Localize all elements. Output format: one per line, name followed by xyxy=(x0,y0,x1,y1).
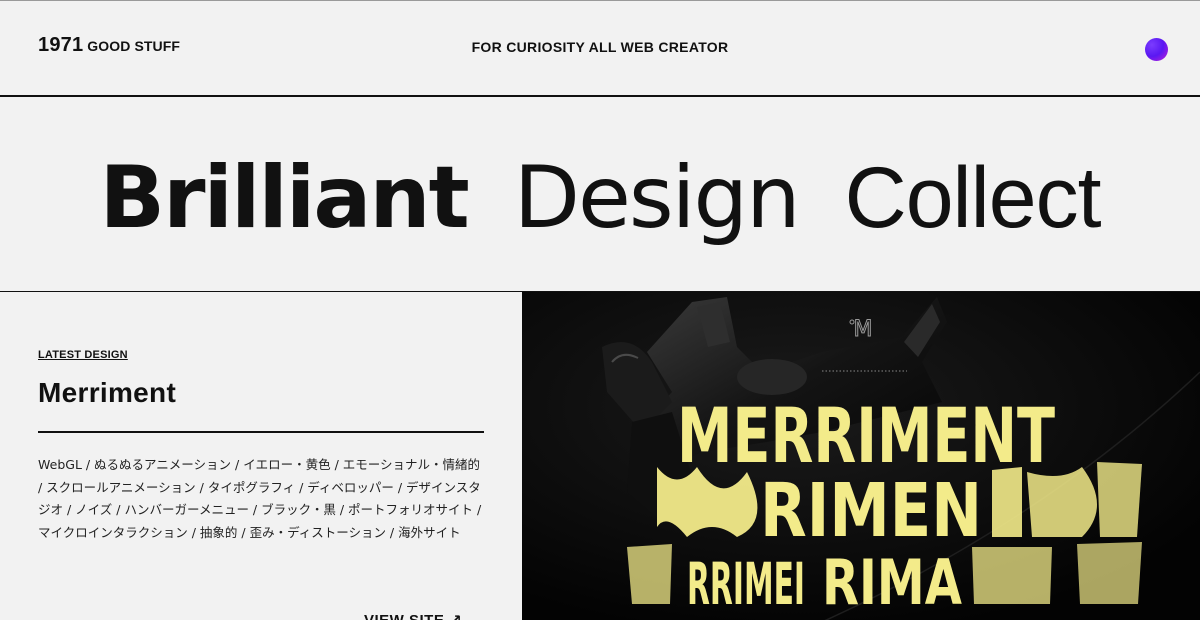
svg-text:M: M xyxy=(854,317,873,342)
arrow-up-right-icon: ↗ xyxy=(449,612,462,620)
merriment-row3-left: RRIMEI xyxy=(687,550,805,618)
view-site-link[interactable]: VIEW SITE ↗ xyxy=(364,611,462,620)
hero-word-design: Design xyxy=(513,148,801,248)
design-title[interactable]: Merriment xyxy=(38,377,176,409)
merriment-row2-word: RIMEN xyxy=(760,468,982,554)
monogram-logo: M xyxy=(849,317,873,343)
latest-design-panel: LATEST DESIGN Merriment WebGL / ぬるぬるアニメー… xyxy=(0,292,522,620)
design-preview-image[interactable]: M MERRIMENT RIMEN RRIMEI RIMA xyxy=(522,292,1200,620)
hero-word-brilliant: Brilliant xyxy=(99,148,470,248)
site-header: 1971 GOOD STUFF FOR CURIOSITY ALL WEB CR… xyxy=(0,0,1200,97)
hero-banner: Brilliant Design Collect xyxy=(0,97,1200,292)
latest-design-label[interactable]: LATEST DESIGN xyxy=(38,349,128,361)
preview-artwork: M MERRIMENT RIMEN RRIMEI RIMA xyxy=(522,292,1200,620)
title-divider xyxy=(38,431,484,433)
design-tags: WebGL / ぬるぬるアニメーション / イエロー・黄色 / エモーショナル・… xyxy=(38,457,482,540)
menu-orb-icon[interactable] xyxy=(1145,38,1168,61)
view-site-label: VIEW SITE xyxy=(364,612,444,620)
site-tagline: FOR CURIOSITY ALL WEB CREATOR xyxy=(471,39,729,55)
merriment-row3-mid: RIMA xyxy=(822,546,962,619)
hero-title: Brilliant Design Collect xyxy=(100,155,1102,241)
hero-word-collect: Collect xyxy=(844,150,1102,246)
merriment-main-word: MERRIMENT xyxy=(677,391,1055,480)
